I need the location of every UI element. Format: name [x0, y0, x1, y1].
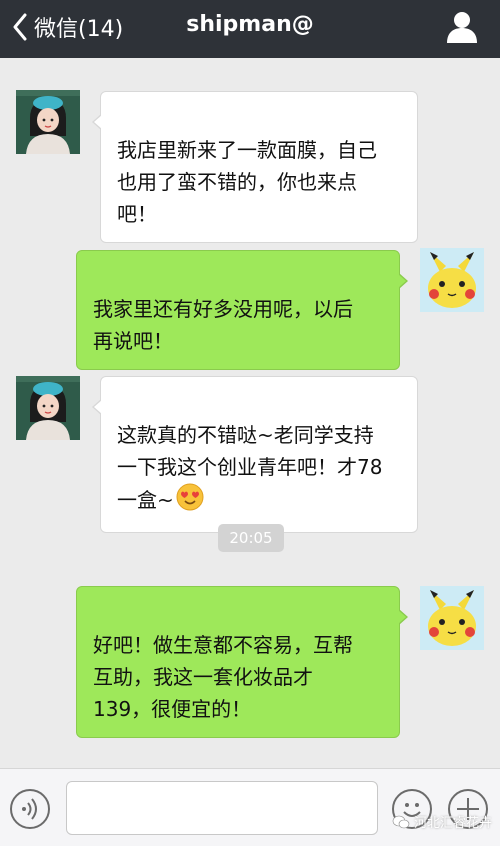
girl-avatar[interactable] — [16, 90, 80, 154]
chat-title: shipman@ — [186, 12, 314, 37]
person-icon — [447, 12, 477, 43]
input-bar — [0, 768, 500, 846]
message-input-box[interactable] — [66, 781, 378, 835]
watermark: 河北汇睿花卉 — [392, 812, 492, 831]
voice-icon — [22, 798, 37, 820]
message-bubble[interactable]: 我店里新来了一款面膜，自己 也用了蛮不错的，你也来点 吧！ — [92, 91, 418, 243]
voice-button[interactable] — [10, 789, 50, 829]
message-text: 好吧！做生意都不容易，互帮 互助，我这一套化妆品才 139，很便宜的！ — [93, 633, 353, 721]
wechat-logo-icon — [392, 815, 410, 828]
message-bubble[interactable]: 我家里还有好多没用呢，以后 再说吧！ — [76, 250, 408, 370]
watermark-text: 河北汇睿花卉 — [414, 816, 493, 831]
girl-avatar[interactable] — [16, 376, 80, 440]
message-input[interactable] — [67, 782, 377, 834]
message-text: 我店里新来了一款面膜，自己 也用了蛮不错的，你也来点 吧！ — [117, 138, 377, 226]
message-text: 我家里还有好多没用呢，以后 再说吧！ — [93, 297, 353, 353]
top-bar: 微信(14) shipman@ — [0, 0, 500, 58]
message-bubble[interactable]: 好吧！做生意都不容易，互帮 互助，我这一套化妆品才 139，很便宜的！ — [76, 586, 408, 738]
profile-button[interactable] — [446, 10, 478, 44]
message-text: 这款真的不错哒~老同学支持 一下我这个创业青年吧！才78 一盒~ — [117, 423, 383, 512]
pikachu-avatar[interactable] — [420, 586, 484, 650]
message-bubble[interactable]: 这款真的不错哒~老同学支持 一下我这个创业青年吧！才78 一盒~ — [92, 376, 418, 533]
pikachu-avatar[interactable] — [420, 248, 484, 312]
heart-eyes-emoji — [176, 483, 204, 520]
timestamp: 20:05 — [218, 524, 284, 552]
